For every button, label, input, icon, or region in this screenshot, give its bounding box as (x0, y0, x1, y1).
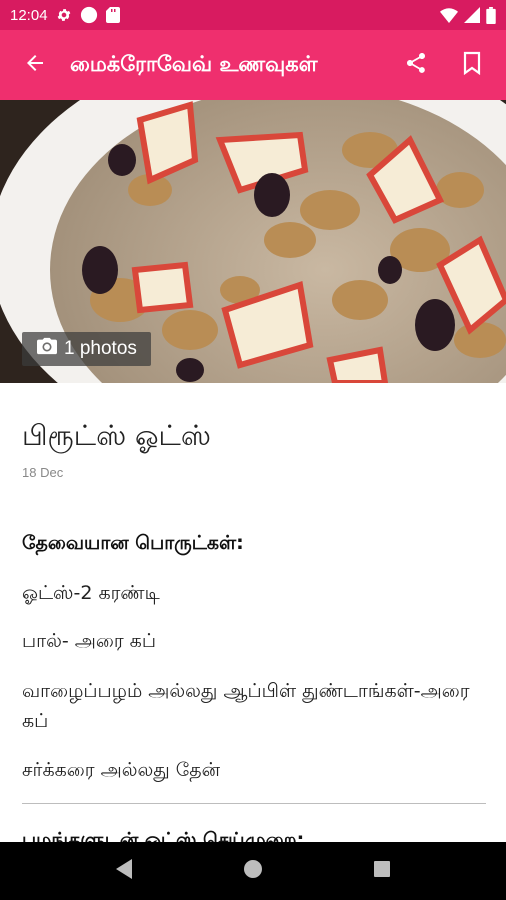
back-triangle-icon[interactable] (114, 858, 134, 884)
share-icon (404, 51, 428, 79)
ingredients-heading: தேவையான பொருட்கள்: (22, 532, 244, 554)
method-heading: பழங்களுடன் ஓட்ஸ் செய்முறை: (22, 829, 305, 842)
arrow-back-icon (23, 51, 47, 79)
section-divider (22, 803, 486, 804)
photo-count-label: 1 photos (64, 338, 137, 359)
ingredient-item: சர்க்கரை அல்லது தேன் (22, 759, 221, 781)
signal-icon (464, 7, 480, 23)
article-date: 18 Dec (22, 465, 64, 480)
ingredient-item: ஓட்ஸ்-2 கரண்டி (22, 582, 160, 604)
wifi-icon (440, 7, 458, 23)
system-nav-bar (0, 842, 506, 900)
ingredient-item: பால்- அரை கப் (22, 630, 156, 652)
article-content: பிரூட்ஸ் ஓட்ஸ் 18 Dec தேவையான பொருட்கள்:… (0, 383, 506, 842)
gear-icon (56, 7, 72, 23)
circle-icon (80, 6, 98, 24)
ingredient-item: வாழைப்பழம் அல்லது ஆப்பிள் துண்டாங்கள்-அர… (22, 680, 470, 732)
photo-count-badge[interactable]: 1 photos (22, 332, 151, 366)
camera-icon (36, 336, 58, 362)
article-title: பிரூட்ஸ் ஓட்ஸ் (22, 419, 211, 452)
battery-icon (486, 6, 496, 24)
bookmark-button[interactable] (444, 30, 500, 100)
status-bar: 12:04 (0, 0, 506, 30)
page-title: மைக்ரோவேவ் உணவுகள் (70, 51, 318, 76)
bookmark-icon (461, 51, 483, 79)
home-circle-icon[interactable] (242, 858, 264, 884)
app-bar: மைக்ரோவேவ் உணவுகள் (0, 30, 506, 100)
sd-card-icon (105, 7, 120, 23)
recents-square-icon[interactable] (372, 859, 392, 883)
status-time: 12:04 (10, 6, 48, 24)
back-button[interactable] (0, 30, 70, 100)
share-button[interactable] (388, 30, 444, 100)
